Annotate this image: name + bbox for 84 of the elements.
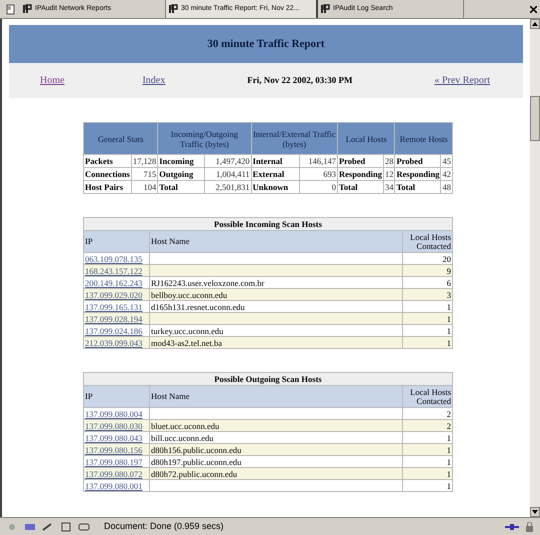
table-cell: 693: [299, 168, 338, 180]
table-cell: 0: [299, 180, 338, 194]
row-label: Outgoing: [158, 168, 205, 180]
site-icon: [321, 4, 330, 14]
contact-count: 1: [446, 468, 451, 478]
contact-count: 1: [446, 456, 451, 466]
contact-count: 1: [446, 480, 451, 490]
host-name: bluet.ucc.uconn.edu: [151, 420, 220, 430]
column-header: Remote Hosts: [394, 122, 452, 154]
contact-count: 2: [446, 420, 451, 430]
host-name: bill.ucc.uconn.edu: [151, 432, 214, 442]
contact-count: 1: [446, 326, 451, 336]
column-header: IP: [84, 230, 150, 252]
table-cell: 104: [131, 180, 158, 194]
site-icon: [169, 4, 178, 14]
contact-count: 1: [446, 338, 451, 348]
row-label: Responding: [394, 168, 441, 180]
column-header: IP: [84, 386, 150, 408]
table-cell: 28: [383, 154, 395, 168]
prev-report-link[interactable]: « Prev Report: [434, 73, 490, 88]
host-name: RJ162243.user.veloxzone.com.br: [151, 278, 264, 288]
site-icon: [23, 4, 32, 14]
contact-count: 3: [446, 290, 451, 300]
nav-link[interactable]: Index: [142, 73, 166, 88]
row-label: Host Pairs: [84, 180, 132, 194]
nav-link[interactable]: Home: [40, 73, 64, 88]
contact-count: 2: [446, 408, 451, 418]
column-header: Local Hosts Contacted: [402, 230, 452, 252]
contact-count: 1: [446, 432, 451, 442]
table-cell: 12: [383, 168, 395, 180]
host-name: turkey.ucc.uconn.edu: [151, 326, 224, 336]
row-label: Packets: [84, 154, 132, 168]
row-label: Total: [337, 180, 384, 194]
row-label: Unknown: [251, 180, 300, 194]
row-label: Total: [394, 180, 441, 194]
scroll-thumb[interactable]: [530, 96, 540, 140]
contact-count: 1: [446, 444, 451, 454]
table-cell: 146,147: [299, 154, 338, 168]
column-header: Local Hosts: [337, 122, 395, 154]
table-cell: 34: [383, 180, 395, 194]
table-title: Possible Incoming Scan Hosts: [84, 218, 452, 230]
contact-count: 1: [446, 302, 451, 312]
host-name: d165h131.resnet.uconn.edu: [151, 302, 245, 312]
table-cell: 1,004,411: [204, 168, 252, 180]
contact-count: 20: [442, 254, 451, 264]
row-label: External: [251, 168, 300, 180]
contact-count: 9: [446, 266, 451, 276]
column-header: Host Name: [150, 386, 402, 408]
plug-icon: [505, 522, 519, 530]
scroll-down-icon[interactable]: [530, 507, 540, 517]
lock-icon: [525, 522, 534, 532]
table-cell: 2,501,831: [204, 180, 252, 194]
contact-count: 1: [446, 314, 451, 324]
host-name: bellboy.ucc.uconn.edu: [151, 290, 228, 300]
table-cell: 17,128: [131, 154, 158, 168]
scrollbar[interactable]: [530, 19, 540, 517]
row-label: Probed: [337, 154, 384, 168]
table-cell: 45: [440, 154, 452, 168]
page-title: 30 minute Traffic Report: [207, 36, 325, 52]
table-title: Possible Outgoing Scan Hosts: [84, 372, 452, 386]
table-cell: 48: [440, 180, 452, 194]
column-header: Host Name: [150, 230, 402, 252]
report-date: Fri, Nov 22 2002, 03:30 PM: [247, 74, 352, 87]
host-name: d80h72.public.uconn.edu: [151, 468, 238, 478]
table-cell: 715: [131, 168, 158, 180]
row-label: Total: [158, 180, 205, 194]
column-header: Incoming/Outgoing Traffic (bytes): [158, 122, 252, 154]
column-header: General Stats: [84, 122, 158, 154]
table-cell: 42: [440, 168, 452, 180]
column-header: Internal/External Traffic (bytes): [251, 122, 338, 154]
row-label: Probed: [394, 154, 441, 168]
host-name: d80h156.public.uconn.edu: [151, 444, 242, 454]
contact-count: 6: [446, 278, 451, 288]
host-name: mod43-as2.tel.net.ba: [151, 338, 222, 348]
row-label: Connections: [84, 168, 132, 180]
row-label: Responding: [337, 168, 384, 180]
status-text: Document: Done (0.959 secs): [104, 520, 224, 533]
row-label: Incoming: [158, 154, 205, 168]
scroll-up-icon[interactable]: [530, 19, 540, 29]
column-header: Local Hosts Contacted: [402, 386, 452, 408]
window-icon[interactable]: [60, 522, 72, 532]
row-label: Internal: [251, 154, 300, 168]
table-cell: 1,497,420: [204, 154, 252, 168]
host-name: d80h197.public.uconn.edu: [151, 456, 242, 466]
